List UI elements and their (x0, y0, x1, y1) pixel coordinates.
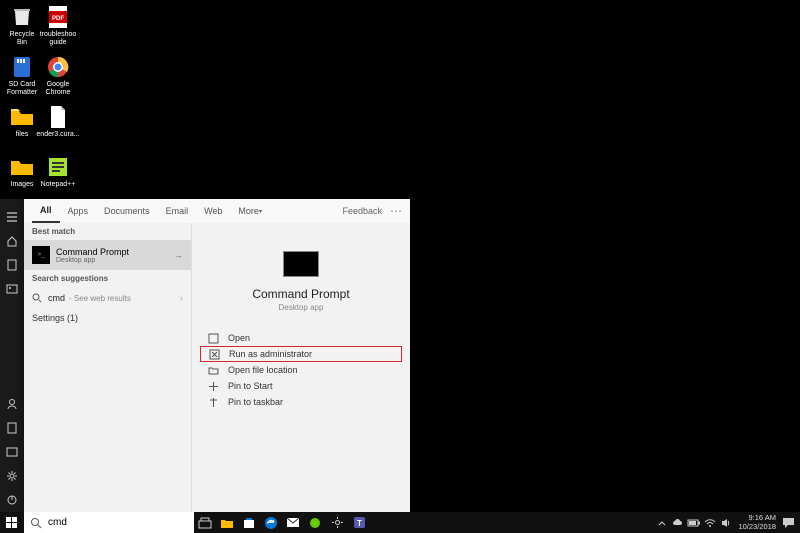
app-large-icon (283, 251, 319, 277)
tray-volume-icon[interactable] (718, 515, 734, 531)
recycle-bin-icon (9, 4, 35, 30)
task-view-button[interactable] (194, 512, 216, 533)
chrome-icon (45, 54, 71, 80)
taskbar-search-box[interactable] (24, 512, 194, 533)
start-rail (0, 199, 24, 512)
pin-taskbar-icon (206, 395, 220, 409)
taskbar: T 9:16 AM 10/23/2018 (0, 512, 800, 533)
more-options-icon[interactable]: ⋯ (390, 204, 402, 218)
tab-apps[interactable]: Apps (60, 199, 97, 223)
open-icon (206, 331, 220, 345)
sd-card-icon (9, 54, 35, 80)
tray-battery-icon[interactable] (686, 515, 702, 531)
settings-results[interactable]: Settings (1) (24, 309, 191, 327)
taskbar-clock[interactable]: 9:16 AM 10/23/2018 (734, 514, 780, 531)
folder-icon (9, 104, 35, 130)
desktop-icon-sdformatter[interactable]: SD Card Formatter (4, 54, 40, 96)
preview-pane: Command Prompt Desktop app Open Run as a… (192, 223, 410, 512)
file-icon (45, 104, 71, 130)
taskbar-app-store[interactable] (238, 512, 260, 533)
search-icon (32, 293, 42, 303)
windows-logo-icon (6, 517, 18, 529)
tray-wifi-icon[interactable] (702, 515, 718, 531)
suggestions-header: Search suggestions (24, 270, 191, 287)
notepadpp-icon (45, 154, 71, 180)
suggestion-cmd-web[interactable]: cmd - See web results › (24, 287, 191, 309)
tray-onedrive-icon[interactable] (670, 515, 686, 531)
tab-more[interactable]: More ▾ (230, 199, 270, 223)
taskbar-app-mail[interactable] (282, 512, 304, 533)
desktop-icon-pdf[interactable]: PDF troubleshoo guide (40, 4, 76, 46)
search-input[interactable] (48, 517, 168, 528)
tab-all[interactable]: All (32, 199, 60, 223)
feedback-link[interactable]: Feedback (342, 206, 382, 216)
action-open-location[interactable]: Open file location (200, 362, 402, 378)
tray-overflow-icon[interactable] (654, 515, 670, 531)
desktop-icon-files[interactable]: files (4, 104, 40, 139)
results-left-pane: Best match Command Prompt Desktop app → … (24, 223, 192, 512)
taskbar-app-teams[interactable]: T (348, 512, 370, 533)
search-tabs: All Apps Documents Email Web More ▾ Feed… (24, 199, 410, 223)
pictures2-icon[interactable] (4, 444, 20, 460)
best-match-result[interactable]: Command Prompt Desktop app → (24, 240, 191, 270)
settings-icon[interactable] (4, 468, 20, 484)
folder-open-icon (206, 363, 220, 377)
account-icon[interactable] (4, 396, 20, 412)
arrow-right-icon: → (174, 250, 183, 260)
action-open[interactable]: Open (200, 330, 402, 346)
chevron-down-icon: ▾ (259, 208, 262, 215)
documents2-icon[interactable] (4, 420, 20, 436)
preview-title: Command Prompt (252, 287, 349, 301)
tab-email[interactable]: Email (158, 199, 197, 223)
taskbar-app-edge[interactable] (260, 512, 282, 533)
cmd-prompt-icon (32, 246, 50, 264)
search-panel: All Apps Documents Email Web More ▾ Feed… (24, 199, 410, 512)
taskbar-app-explorer[interactable] (216, 512, 238, 533)
tab-web[interactable]: Web (196, 199, 230, 223)
documents-rail-icon[interactable] (4, 257, 20, 273)
admin-shield-icon (207, 347, 221, 361)
home-icon[interactable] (4, 233, 20, 249)
desktop-icon-curafile[interactable]: ender3.cura... (40, 104, 76, 139)
system-tray: 9:16 AM 10/23/2018 (654, 512, 800, 533)
pin-start-icon (206, 379, 220, 393)
folder-images-icon (9, 154, 35, 180)
start-button[interactable] (0, 512, 24, 533)
hamburger-icon[interactable] (4, 209, 20, 225)
best-match-header: Best match (24, 223, 191, 240)
action-run-as-admin[interactable]: Run as administrator (200, 346, 402, 362)
action-pin-taskbar[interactable]: Pin to taskbar (200, 394, 402, 410)
search-icon (30, 517, 42, 529)
desktop-icon-recycle-bin[interactable]: Recycle Bin (4, 4, 40, 46)
best-match-subtitle: Desktop app (56, 257, 129, 264)
power-icon[interactable] (4, 492, 20, 508)
taskbar-app-settings[interactable] (326, 512, 348, 533)
desktop-icon-images[interactable]: Images (4, 154, 40, 189)
taskbar-app-green[interactable] (304, 512, 326, 533)
action-center-icon[interactable] (780, 515, 796, 531)
chevron-right-icon: › (180, 293, 183, 303)
action-pin-start[interactable]: Pin to Start (200, 378, 402, 394)
tab-documents[interactable]: Documents (96, 199, 158, 223)
preview-subtitle: Desktop app (279, 303, 324, 312)
pdf-icon: PDF (45, 4, 71, 30)
svg-text:PDF: PDF (52, 16, 64, 22)
pictures-rail-icon[interactable] (4, 281, 20, 297)
desktop-icon-notepadpp[interactable]: Notepad++ (40, 154, 76, 189)
best-match-title: Command Prompt (56, 247, 129, 257)
desktop-icon-chrome[interactable]: Google Chrome (40, 54, 76, 96)
svg-text:T: T (357, 519, 362, 528)
